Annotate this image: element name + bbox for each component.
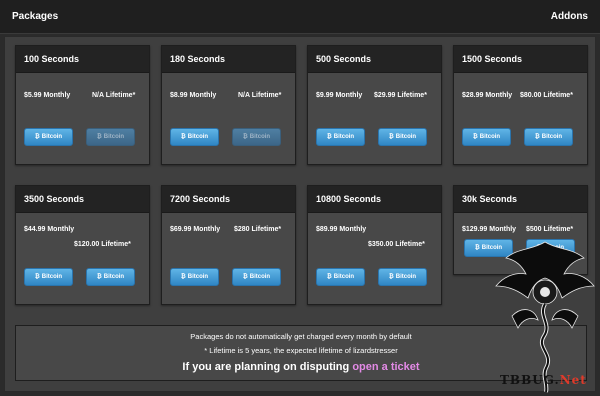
bitcoin-monthly-button[interactable]: ₿ Bitcoin: [24, 268, 73, 286]
package-name: 1500 Seconds: [454, 46, 587, 73]
addons-link[interactable]: Addons: [551, 11, 588, 22]
bitcoin-monthly-button[interactable]: ₿ Bitcoin: [316, 268, 365, 286]
package-card-10800: 10800 Seconds $89.99 Monthly $350.00 Lif…: [307, 185, 442, 305]
bitcoin-lifetime-button[interactable]: ₿Bitcoin: [232, 268, 281, 286]
bitcoin-lifetime-button[interactable]: ₿Bitcoin: [524, 128, 573, 146]
bitcoin-monthly-button[interactable]: ₿ Bitcoin: [24, 128, 73, 146]
monthly-price: $5.99 Monthly: [24, 92, 71, 99]
bitcoin-icon: ₿: [180, 134, 186, 140]
monthly-price: $8.99 Monthly: [170, 92, 217, 99]
bitcoin-lifetime-button[interactable]: ₿Bitcoin: [378, 128, 427, 146]
monthly-price: $9.99 Monthly: [316, 92, 363, 99]
bitcoin-monthly-button[interactable]: ₿ Bitcoin: [170, 268, 219, 286]
page-title: Packages: [12, 11, 59, 22]
package-name: 180 Seconds: [162, 46, 295, 73]
bitcoin-icon: ₿: [34, 274, 40, 280]
bitcoin-monthly-button[interactable]: ₿ Bitcoin: [316, 128, 365, 146]
bitcoin-monthly-button[interactable]: ₿ Bitcoin: [170, 128, 219, 146]
bitcoin-icon: ₿: [96, 134, 102, 140]
package-name: 7200 Seconds: [162, 186, 295, 213]
package-card-1500: 1500 Seconds $28.99 Monthly $80.00 Lifet…: [453, 45, 588, 165]
lifetime-price: N/A Lifetime*: [238, 92, 282, 99]
bitcoin-lifetime-button[interactable]: ₿Bitcoin: [378, 268, 427, 286]
monthly-price: $89.99 Monthly: [316, 226, 367, 233]
package-card-100: 100 Seconds $5.99 Monthly N/A Lifetime* …: [15, 45, 150, 165]
package-card-3500: 3500 Seconds $44.99 Monthly $120.00 Life…: [15, 185, 150, 305]
watermark-text: TBBUG.Net: [500, 373, 587, 387]
monthly-price: $129.99 Monthly: [462, 226, 517, 233]
monthly-price: $44.99 Monthly: [24, 226, 75, 233]
bitcoin-icon: ₿: [242, 274, 248, 280]
package-name: 100 Seconds: [16, 46, 149, 73]
top-bar: Packages Addons: [0, 0, 600, 34]
package-name: 10800 Seconds: [308, 186, 441, 213]
bitcoin-monthly-button[interactable]: ₿ Bitcoin: [462, 128, 511, 146]
bitcoin-icon: ₿: [472, 134, 478, 140]
dragon-watermark-icon: [495, 241, 595, 393]
bitcoin-icon: ₿: [326, 274, 332, 280]
open-ticket-link[interactable]: open a ticket: [352, 361, 419, 373]
lifetime-price: $500 Lifetime*: [526, 226, 574, 233]
lifetime-price: N/A Lifetime*: [92, 92, 136, 99]
lifetime-price: $120.00 Lifetime*: [74, 241, 131, 248]
bitcoin-icon: ₿: [388, 134, 394, 140]
package-card-500: 500 Seconds $9.99 Monthly $29.99 Lifetim…: [307, 45, 442, 165]
lifetime-price: $80.00 Lifetime*: [520, 92, 573, 99]
monthly-price: $28.99 Monthly: [462, 92, 513, 99]
bitcoin-lifetime-button[interactable]: ₿Bitcoin: [86, 268, 135, 286]
bitcoin-icon: ₿: [534, 134, 540, 140]
package-card-7200: 7200 Seconds $69.99 Monthly $280 Lifetim…: [161, 185, 296, 305]
bitcoin-icon: ₿: [96, 274, 102, 280]
bitcoin-icon: ₿: [242, 134, 248, 140]
bitcoin-icon: ₿: [388, 274, 394, 280]
dispute-text: If you are planning on disputing: [182, 361, 350, 373]
bitcoin-icon: ₿: [474, 245, 480, 251]
bitcoin-icon: ₿: [326, 134, 332, 140]
bitcoin-icon: ₿: [34, 134, 40, 140]
lifetime-price: $29.99 Lifetime*: [374, 92, 427, 99]
package-name: 3500 Seconds: [16, 186, 149, 213]
monthly-price: $69.99 Monthly: [170, 226, 221, 233]
lifetime-price: $280 Lifetime*: [234, 226, 282, 233]
bitcoin-icon: ₿: [180, 274, 186, 280]
package-card-180: 180 Seconds $8.99 Monthly N/A Lifetime* …: [161, 45, 296, 165]
lifetime-price: $350.00 Lifetime*: [368, 241, 425, 248]
bitcoin-lifetime-button[interactable]: ₿Bitcoin: [232, 128, 281, 146]
bitcoin-lifetime-button[interactable]: ₿Bitcoin: [86, 128, 135, 146]
package-name: 500 Seconds: [308, 46, 441, 73]
package-name: 30k Seconds: [454, 186, 587, 213]
